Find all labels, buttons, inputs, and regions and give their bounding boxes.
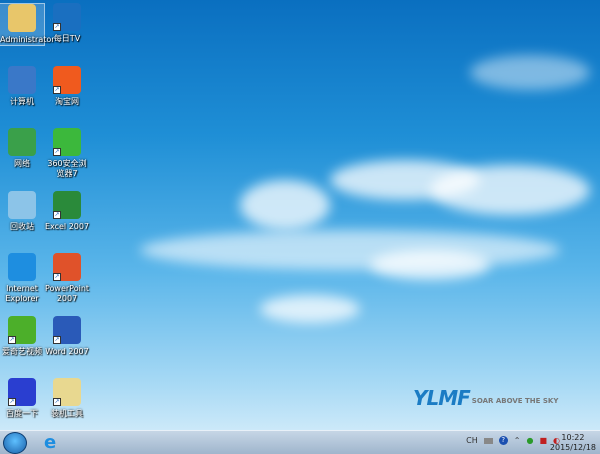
desktop-icon-excel[interactable]: ↗ Excel 2007	[44, 191, 90, 232]
desktop-icon-label: Administrator	[0, 35, 55, 44]
shortcut-arrow-icon: ↗	[53, 273, 61, 281]
desktop-icon-word[interactable]: ↗ Word 2007	[44, 316, 90, 357]
shortcut-arrow-icon: ↗	[53, 336, 61, 344]
desktop-icon-label: Excel 2007	[44, 222, 90, 231]
desktop-icon-label: 百度一下	[6, 409, 38, 418]
word-icon: ↗	[53, 316, 81, 344]
desktop-icon-label: Internet Explorer	[5, 284, 39, 303]
taskbar: e CH ? ⌃ ● ■ ◐ 10:22 2015/12/18	[0, 430, 600, 454]
desktop-icon-user-folder[interactable]: Administrator	[0, 3, 55, 46]
desktop-icon-label: 每日TV	[53, 34, 81, 43]
help-icon[interactable]: ?	[498, 436, 508, 445]
desktop-icon-label: 回收站	[10, 222, 34, 231]
iqiyi-icon: ↗	[8, 316, 36, 344]
excel-icon: ↗	[53, 191, 81, 219]
desktop-icon-iqiyi[interactable]: ↗ 爱奇艺视频	[0, 316, 45, 357]
desktop-icon-taobao[interactable]: ↗ 淘宝网	[44, 66, 90, 107]
desktop-icon-computer[interactable]: 计算机	[0, 66, 45, 107]
desktop-icon-browser-360[interactable]: ↗ 360安全浏览器7	[44, 128, 90, 179]
desktop-icon-label: Word 2007	[45, 347, 89, 356]
keyboard-icon[interactable]	[483, 437, 493, 444]
desktop-icon-label: 装机工具	[51, 409, 83, 418]
desktop-icon-label: 计算机	[10, 97, 34, 106]
browser-360-icon: ↗	[53, 128, 81, 156]
show-hidden-icon[interactable]: ⌃	[514, 436, 521, 445]
ie-icon	[8, 253, 36, 281]
shortcut-arrow-icon: ↗	[53, 86, 61, 94]
desktop-icon-folder[interactable]: ↗ 装机工具	[44, 378, 90, 419]
shortcut-arrow-icon: ↗	[8, 336, 16, 344]
tv-icon: ↗	[53, 3, 81, 31]
system-tray: CH ? ⌃ ● ■ ◐	[466, 436, 560, 445]
desktop-icon-label: 网络	[14, 159, 30, 168]
desktop-icon-label: PowerPoint 2007	[44, 284, 90, 303]
language-indicator[interactable]: CH	[466, 436, 478, 445]
network-tray-icon[interactable]: ■	[539, 436, 547, 445]
powerpoint-icon: ↗	[53, 253, 81, 281]
shortcut-arrow-icon: ↗	[53, 398, 61, 406]
computer-icon	[8, 66, 36, 94]
desktop-icon-label: 360安全浏览器7	[47, 159, 87, 178]
logo-tagline: SOAR ABOVE THE SKY	[471, 397, 559, 405]
desktop-icon-baidu[interactable]: ↗ 百度一下	[0, 378, 45, 419]
shortcut-arrow-icon: ↗	[53, 23, 61, 31]
folder-icon: ↗	[53, 378, 81, 406]
start-button[interactable]	[3, 432, 27, 454]
desktop-icon-ie[interactable]: Internet Explorer	[0, 253, 45, 304]
desktop-icon-tv[interactable]: ↗ 每日TV	[44, 3, 90, 44]
baidu-icon: ↗	[8, 378, 36, 406]
security-icon[interactable]: ●	[526, 436, 533, 445]
clock[interactable]: 10:22 2015/12/18	[550, 433, 596, 453]
desktop-icon-label: 淘宝网	[55, 97, 79, 106]
desktop-icon-label: 爱奇艺视频	[2, 347, 42, 356]
user-folder-icon	[8, 4, 36, 32]
ylmf-logo: YLMF SOAR ABOVE THE SKY	[413, 386, 559, 410]
recycle-bin-icon	[8, 191, 36, 219]
taskbar-ie-icon[interactable]: e	[44, 433, 56, 453]
desktop-icon-powerpoint[interactable]: ↗ PowerPoint 2007	[44, 253, 90, 304]
taobao-icon: ↗	[53, 66, 81, 94]
desktop-icon-recycle-bin[interactable]: 回收站	[0, 191, 45, 232]
shortcut-arrow-icon: ↗	[53, 148, 61, 156]
network-icon	[8, 128, 36, 156]
shortcut-arrow-icon: ↗	[8, 398, 16, 406]
desktop-icon-network[interactable]: 网络	[0, 128, 45, 169]
shortcut-arrow-icon: ↗	[53, 211, 61, 219]
